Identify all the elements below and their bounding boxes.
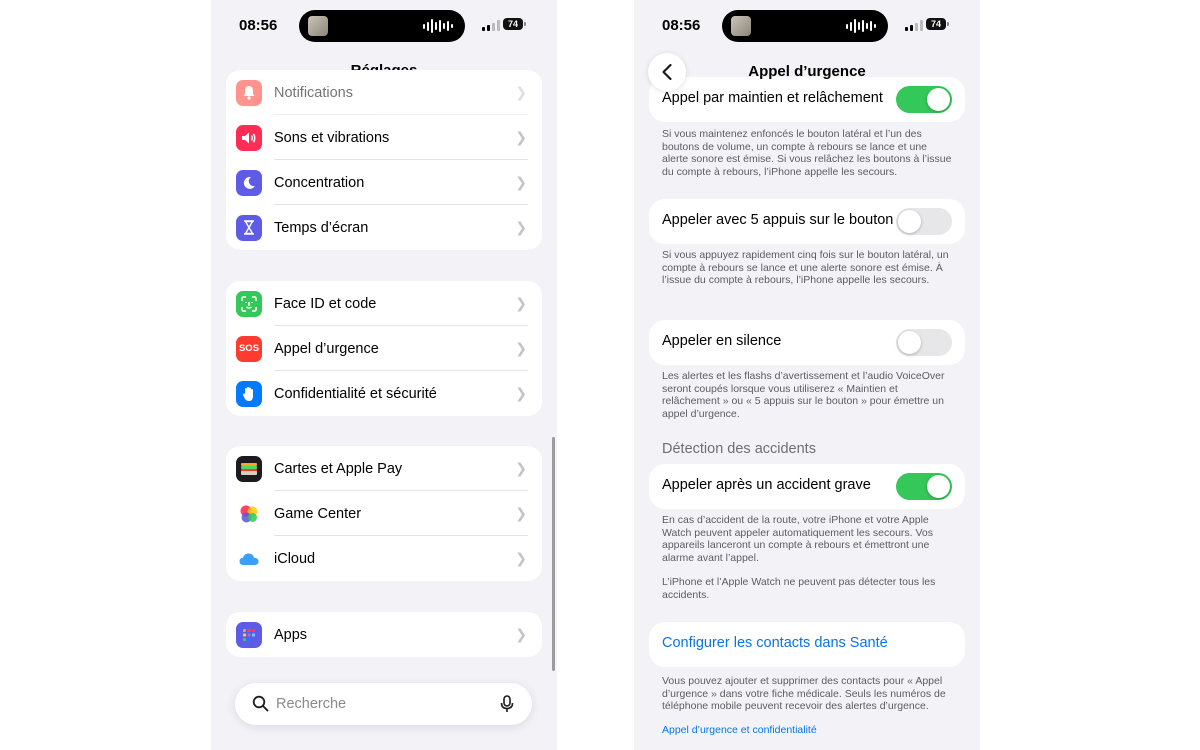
settings-row-apps[interactable]: Apps ❯ — [226, 612, 542, 657]
cloud-icon — [236, 545, 262, 572]
battery-icon: 74 — [926, 18, 946, 30]
setting-five-presses: Appeler avec 5 appuis sur le bouton — [649, 199, 965, 244]
settings-row-label: Confidentialité et sécurité — [274, 385, 437, 402]
toggle-knob — [898, 210, 921, 233]
section-header-crash-detection: Détection des accidents — [662, 441, 816, 457]
sos-icon: SOS — [236, 335, 262, 362]
settings-row-sounds[interactable]: Sons et vibrations ❯ — [226, 115, 542, 160]
setting-crash-detection: Appeler après un accident grave — [649, 464, 965, 509]
search-input[interactable]: Recherche — [276, 696, 346, 712]
chevron-right-icon: ❯ — [515, 505, 527, 521]
settings-group-services: Cartes et Apple Pay ❯ Game Center ❯ iClo… — [226, 446, 542, 581]
audio-waveform-icon — [846, 18, 876, 34]
chevron-right-icon: ❯ — [515, 550, 527, 566]
setting-footnote: L’iPhone et l’Apple Watch ne peuvent pas… — [662, 576, 936, 601]
settings-group-security: Face ID et code ❯ SOS Appel d’urgence ❯ … — [226, 281, 542, 416]
moon-icon — [236, 169, 262, 196]
settings-row-label: Concentration — [274, 174, 365, 191]
battery-tip — [524, 22, 526, 26]
bell-icon — [236, 79, 262, 106]
settings-row-label: Apps — [274, 626, 308, 643]
settings-row-privacy[interactable]: Confidentialité et sécurité ❯ — [226, 371, 542, 416]
chevron-right-icon: ❯ — [515, 219, 527, 235]
setting-footnote: Si vous appuyez rapidement cinq fois sur… — [662, 249, 949, 286]
chevron-right-icon: ❯ — [515, 295, 527, 311]
setting-hold-and-release: Appel par maintien et relâchement — [649, 77, 965, 122]
setting-footnote: Vous pouvez ajouter et supprimer des con… — [662, 675, 946, 712]
settings-group-system: Notifications ❯ Sons et vibrations ❯ Con… — [226, 70, 542, 250]
hold-and-release-toggle[interactable] — [896, 86, 952, 113]
chevron-right-icon: ❯ — [515, 84, 527, 100]
setting-label: Appel par maintien et relâchement — [662, 90, 883, 106]
status-time: 08:56 — [239, 17, 278, 34]
settings-row-label: Face ID et code — [274, 295, 377, 312]
status-time: 08:56 — [662, 17, 701, 34]
settings-row-focus[interactable]: Concentration ❯ — [226, 160, 542, 205]
settings-row-label: Cartes et Apple Pay — [274, 460, 403, 477]
cellular-signal-icon — [482, 20, 500, 31]
settings-row-face-id[interactable]: Face ID et code ❯ — [226, 281, 542, 326]
search-icon — [252, 695, 269, 717]
settings-row-label: Appel d’urgence — [274, 340, 379, 357]
settings-row-label: Game Center — [274, 505, 362, 522]
setting-silent-call: Appeler en silence — [649, 320, 965, 365]
dynamic-island[interactable] — [299, 10, 465, 42]
now-playing-artwork — [731, 16, 751, 36]
battery-icon: 74 — [503, 18, 523, 30]
page-title: Appel d’urgence — [748, 63, 866, 80]
microphone-icon[interactable] — [500, 695, 514, 718]
settings-row-icloud[interactable]: iCloud ❯ — [226, 536, 542, 581]
chevron-right-icon: ❯ — [515, 385, 527, 401]
hourglass-icon — [236, 214, 262, 241]
toggle-knob — [927, 88, 950, 111]
dynamic-island[interactable] — [722, 10, 888, 42]
settings-group-apps: Apps ❯ — [226, 612, 542, 657]
emergency-sos-screen: 08:56 74 Appel par maintien et relâcheme… — [634, 0, 980, 750]
toggle-knob — [927, 475, 950, 498]
chevron-right-icon: ❯ — [515, 129, 527, 145]
setting-label: Appeler après un accident grave — [662, 477, 871, 493]
apps-grid-icon — [236, 621, 262, 648]
crash-detection-toggle[interactable] — [896, 473, 952, 500]
settings-row-label: Temps d’écran — [274, 219, 369, 236]
chevron-right-icon: ❯ — [515, 626, 527, 642]
wallet-icon — [236, 455, 262, 482]
setting-footnote: En cas d’accident de la route, votre iPh… — [662, 514, 934, 564]
settings-row-label: Notifications — [274, 84, 353, 101]
settings-row-emergency-sos[interactable]: SOS Appel d’urgence ❯ — [226, 326, 542, 371]
setting-label: Appeler avec 5 appuis sur le bouton — [662, 212, 894, 228]
audio-waveform-icon — [423, 18, 453, 34]
search-bar[interactable]: Recherche — [235, 683, 532, 725]
chevron-right-icon: ❯ — [515, 174, 527, 190]
battery-tip — [947, 22, 949, 26]
silent-call-toggle[interactable] — [896, 329, 952, 356]
cellular-signal-icon — [905, 20, 923, 31]
setting-footnote: Si vous maintenez enfoncés le bouton lat… — [662, 128, 952, 178]
now-playing-artwork — [308, 16, 328, 36]
chevron-right-icon: ❯ — [515, 340, 527, 356]
setting-label: Appeler en silence — [662, 333, 782, 349]
settings-row-label: iCloud — [274, 550, 316, 567]
five-presses-toggle[interactable] — [896, 208, 952, 235]
settings-row-label: Sons et vibrations — [274, 129, 390, 146]
game-center-icon — [236, 500, 262, 527]
settings-row-game-center[interactable]: Game Center ❯ — [226, 491, 542, 536]
face-id-icon — [236, 290, 262, 317]
settings-row-notifications[interactable]: Notifications ❯ — [226, 70, 542, 115]
speaker-icon — [236, 124, 262, 151]
settings-screen: 08:56 74 Réglages Notifications ❯ Sons e… — [211, 0, 557, 750]
hand-icon — [236, 380, 262, 407]
scroll-indicator[interactable] — [552, 437, 555, 671]
settings-row-screen-time[interactable]: Temps d’écran ❯ — [226, 205, 542, 250]
privacy-link[interactable]: Appel d’urgence et confidentialité — [662, 724, 817, 736]
setting-footnote: Les alertes et les flashs d’avertissemen… — [662, 370, 945, 420]
chevron-right-icon: ❯ — [515, 460, 527, 476]
toggle-knob — [898, 331, 921, 354]
health-contacts-link[interactable]: Configurer les contacts dans Santé — [662, 635, 888, 651]
settings-row-wallet[interactable]: Cartes et Apple Pay ❯ — [226, 446, 542, 491]
health-contacts-row[interactable]: Configurer les contacts dans Santé — [649, 622, 965, 667]
